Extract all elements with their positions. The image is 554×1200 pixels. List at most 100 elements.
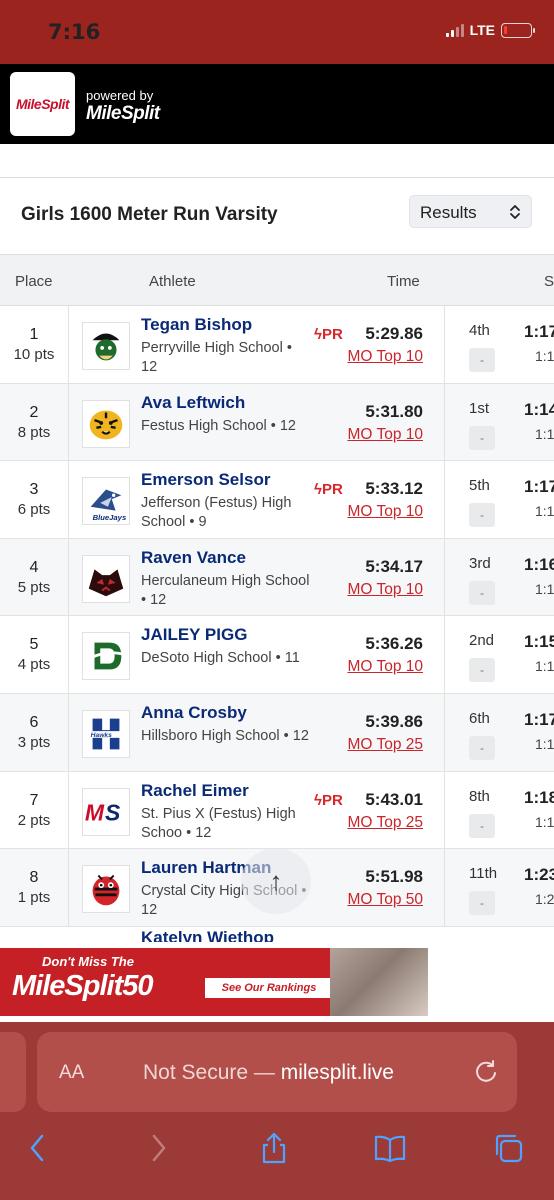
svg-text:Hawks: Hawks	[91, 732, 112, 739]
previous-tab[interactable]	[0, 1032, 26, 1112]
network-label: LTE	[469, 22, 495, 38]
pr-label: PR	[321, 481, 343, 499]
result-time: 5:43.01	[365, 789, 423, 809]
athlete-name-link[interactable]: Katelyn Wiethop	[141, 928, 274, 942]
reader-settings-button[interactable]: AA	[59, 1062, 84, 1084]
athlete-name-link[interactable]: Tegan Bishop	[141, 315, 311, 335]
pirate-logo[interactable]	[82, 322, 130, 370]
athlete-name-link[interactable]: Raven Vance	[141, 548, 311, 568]
place-number: 6	[29, 713, 39, 731]
ranking-link[interactable]: MO Top 10	[347, 348, 423, 366]
athlete-name-link[interactable]: JAILEY PIGG	[141, 625, 311, 645]
reload-icon[interactable]	[473, 1058, 499, 1084]
table-row: 2 8 pts Ava Leftwich Festus High School …	[0, 383, 554, 462]
athlete-school[interactable]: St. Pius X (Festus) High Schoo • 12	[141, 805, 311, 843]
place-number: 7	[29, 791, 39, 809]
athlete-name-link[interactable]: Emerson Selsor	[141, 470, 311, 490]
place-number: 4	[29, 558, 39, 576]
pr-label: PR	[321, 791, 343, 809]
tiger-logo[interactable]	[82, 399, 130, 448]
panther-logo[interactable]	[82, 554, 130, 603]
place-number: 5	[29, 636, 39, 654]
url-display[interactable]: Not Secure — milesplit.live	[143, 1061, 394, 1085]
result-time: 5:36.26	[365, 634, 423, 654]
bolt-icon: ϟ	[314, 791, 322, 809]
tabs-icon[interactable]	[492, 1132, 524, 1164]
browser-toolbar	[0, 1114, 554, 1200]
athlete-name-link[interactable]: Anna Crosby	[141, 703, 311, 723]
split-badge: -	[469, 425, 495, 450]
athlete-school[interactable]: Hillsboro High School • 12	[141, 727, 311, 746]
header-splits: S	[544, 273, 554, 290]
athlete-school[interactable]: Herculaneum High School • 12	[141, 572, 311, 610]
scroll-to-top-button[interactable]: ↑	[241, 848, 311, 914]
address-bar[interactable]: AA Not Secure — milesplit.live	[37, 1032, 517, 1112]
results-table-header: Place Athlete Time S	[0, 254, 554, 306]
ad-banner[interactable]: Don't Miss The MileSplit50 See Our Ranki…	[0, 942, 554, 1022]
place-cell: 4 5 pts	[0, 538, 69, 616]
athlete-cell: Tegan Bishop Perryville High School • 12	[141, 315, 311, 377]
place-number: 8	[29, 869, 39, 887]
result-time: 5:39.86	[365, 711, 423, 731]
hawks-logo[interactable]: Hawks	[82, 709, 130, 758]
split-sub: 1:1	[535, 348, 554, 364]
athlete-cell: Emerson Selsor Jefferson (Festus) High S…	[141, 470, 311, 532]
browser-chrome: AA Not Secure — milesplit.live	[0, 1022, 554, 1200]
place-points: 10 pts	[13, 346, 55, 363]
ranking-link[interactable]: MO Top 10	[347, 658, 423, 676]
place-cell: 5 4 pts	[0, 616, 69, 693]
athlete-school[interactable]: Perryville High School • 12	[141, 339, 311, 377]
view-selector[interactable]: Results	[409, 195, 532, 228]
forward-icon[interactable]	[142, 1132, 174, 1164]
table-row: 1 10 pts Tegan Bishop Perryville High Sc…	[0, 306, 554, 384]
bookmarks-icon[interactable]	[374, 1132, 406, 1164]
result-time: 5:31.80	[365, 401, 423, 421]
split-rank: 8th	[469, 787, 490, 805]
athlete-school[interactable]: Festus High School • 12	[141, 417, 311, 436]
athlete-school[interactable]: DeSoto High School • 11	[141, 649, 311, 668]
splits-cell: 6th - 1:17 1:1	[444, 693, 554, 771]
ad-brand: MileSplit50	[12, 970, 153, 1002]
ranking-link[interactable]: MO Top 25	[347, 736, 423, 754]
bolt-icon: ϟ	[314, 326, 322, 343]
place-number: 1	[29, 326, 39, 343]
url-security-prefix: Not Secure —	[143, 1061, 281, 1084]
desoto-logo[interactable]	[82, 632, 130, 681]
ranking-link[interactable]: MO Top 10	[347, 581, 423, 599]
athlete-name-link[interactable]: Rachel Eimer	[141, 781, 311, 801]
place-points: 5 pts	[17, 578, 51, 596]
split-badge: -	[469, 735, 495, 760]
athlete-school[interactable]: Jefferson (Festus) High School • 9	[141, 494, 311, 532]
ad-cta-button[interactable]: See Our Rankings	[205, 978, 333, 998]
split-time: 1:14	[524, 399, 554, 419]
share-icon[interactable]	[258, 1132, 290, 1164]
back-icon[interactable]	[22, 1132, 54, 1164]
split-rank: 1st	[469, 399, 490, 417]
athlete-cell: Rachel Eimer St. Pius X (Festus) High Sc…	[141, 781, 311, 843]
hornet-logo[interactable]	[82, 865, 130, 914]
svg-text:M: M	[85, 799, 105, 825]
place-points: 4 pts	[17, 656, 51, 674]
split-sub: 1:1	[535, 813, 554, 830]
split-time: 1:15	[524, 632, 554, 652]
battery-icon	[501, 22, 535, 38]
ranking-link[interactable]: MO Top 10	[347, 426, 423, 444]
bluejay-logo[interactable]: BlueJays	[82, 477, 130, 526]
ranking-link[interactable]: MO Top 10	[347, 503, 423, 521]
athlete-name-link[interactable]: Ava Leftwich	[141, 393, 311, 413]
place-cell: 3 6 pts	[0, 461, 69, 538]
ranking-link[interactable]: MO Top 25	[347, 814, 423, 832]
ranking-link[interactable]: MO Top 50	[347, 891, 423, 909]
ms-logo[interactable]: MS	[82, 787, 130, 836]
split-time: 1:17	[524, 709, 554, 729]
pr-badge: ϟPR	[314, 481, 343, 498]
ad-creative[interactable]: Don't Miss The MileSplit50 See Our Ranki…	[0, 948, 428, 1016]
athlete-cell: Anna Crosby Hillsboro High School • 12	[141, 703, 311, 746]
milesplit-logo[interactable]: MileSplit	[10, 72, 75, 136]
powered-by-label: powered by	[86, 88, 154, 103]
header-athlete: Athlete	[149, 273, 196, 290]
split-rank: 3rd	[469, 554, 491, 572]
signal-icon	[445, 23, 464, 37]
split-sub: 1:1	[535, 503, 554, 520]
place-cell: 2 8 pts	[0, 383, 69, 461]
